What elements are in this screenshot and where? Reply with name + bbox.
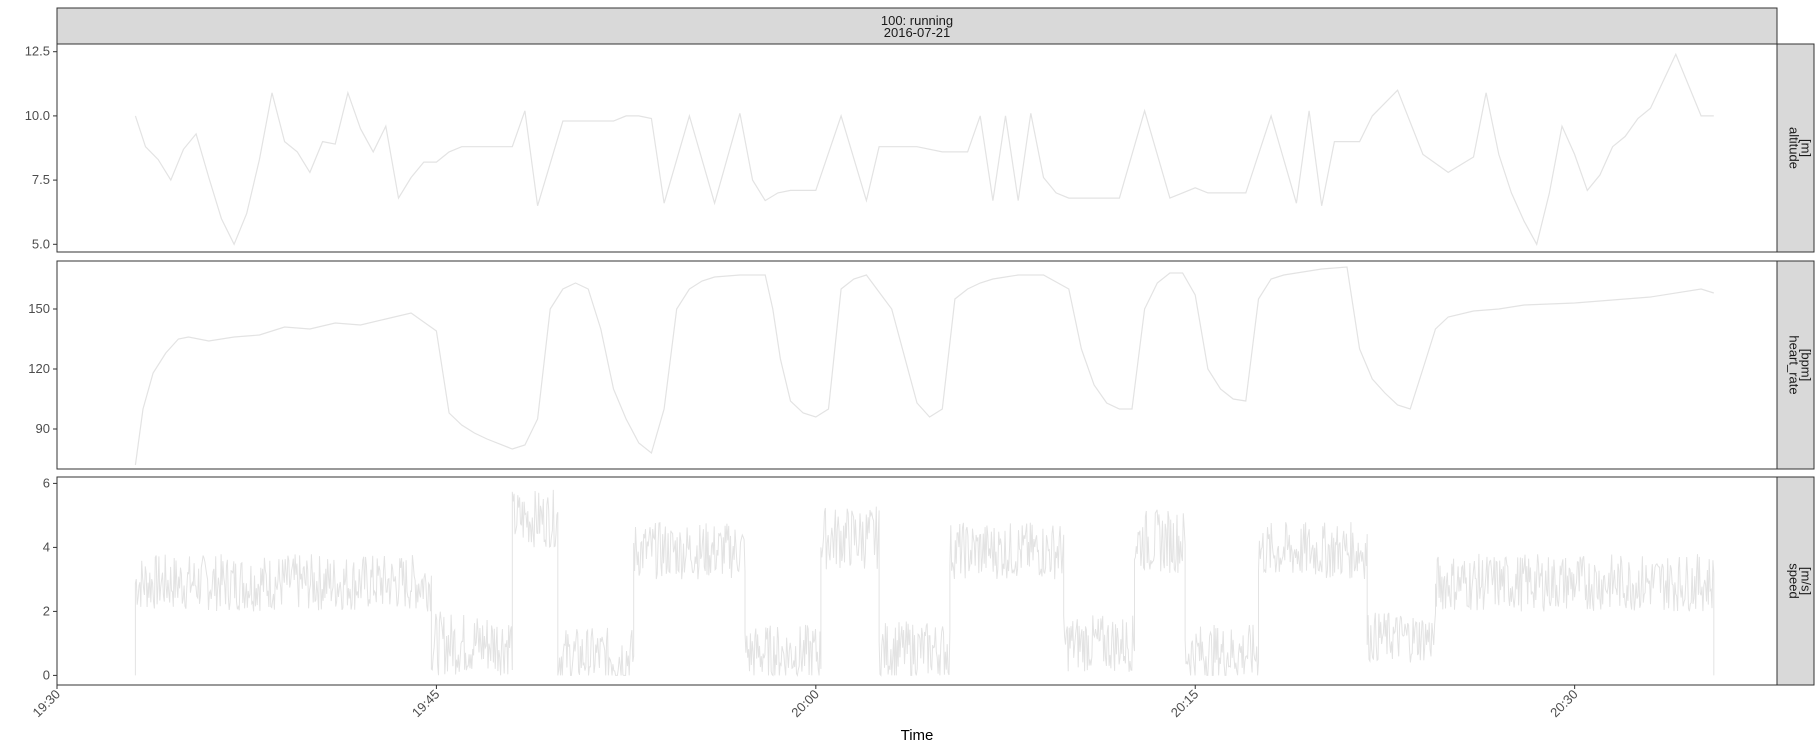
y-tick-label: 4: [43, 539, 50, 554]
facet-label-line: [bpm]: [1799, 349, 1814, 382]
panel-border: [56, 260, 1778, 470]
x-tick-label: 20:00: [788, 687, 822, 721]
y-tick-label: 7.5: [32, 172, 50, 187]
y-tick-label: 150: [28, 301, 50, 316]
facet-label-line: [m]: [1799, 139, 1814, 157]
x-axis-title: Time: [901, 727, 934, 744]
y-tick-label: 6: [43, 475, 50, 490]
facet-label-line: [m/s]: [1799, 567, 1814, 595]
y-tick-label: 120: [28, 361, 50, 376]
facet-title-line: 2016-07-21: [884, 25, 951, 40]
y-tick-label: 2: [43, 603, 50, 618]
y-tick-label: 90: [36, 421, 50, 436]
y-tick-label: 0: [43, 667, 50, 682]
y-tick-label: 10.0: [25, 108, 50, 123]
x-tick-label: 20:15: [1168, 687, 1202, 721]
x-tick-label: 19:30: [30, 687, 64, 721]
chart-svg: 100: running2016-07-21altitude[m]5.07.51…: [25, 7, 1815, 744]
x-tick-label: 20:30: [1547, 687, 1581, 721]
x-tick-label: 19:45: [409, 687, 443, 721]
y-tick-label: 12.5: [25, 44, 50, 59]
panel-border: [56, 43, 1778, 253]
y-tick-label: 5.0: [32, 236, 50, 251]
